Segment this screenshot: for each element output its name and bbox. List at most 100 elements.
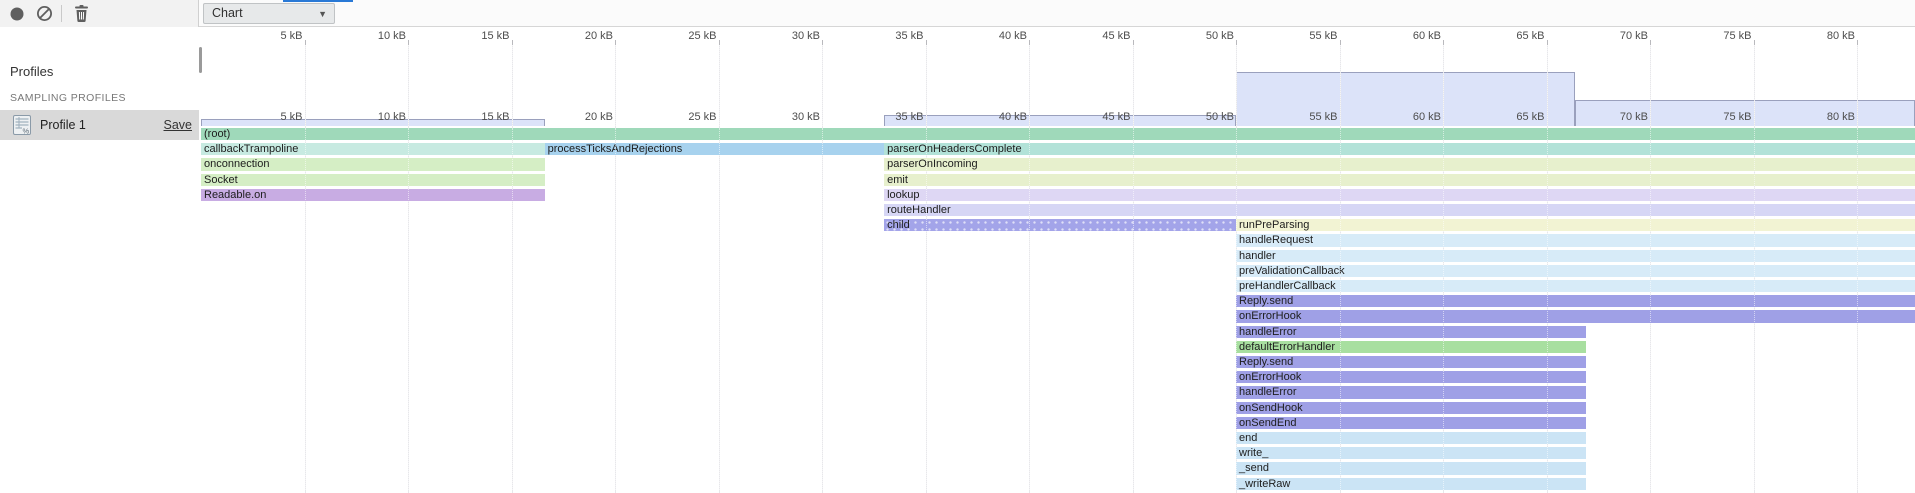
ruler-tick-label: 40 kB <box>999 111 1029 123</box>
flame-bar[interactable]: onErrorHook <box>1236 371 1586 383</box>
flame-bar[interactable]: handleError <box>1236 386 1586 398</box>
gridline-dotted <box>719 128 720 490</box>
gridline-dotted <box>1547 45 1548 126</box>
gridline-dotted <box>1754 128 1755 490</box>
ruler-tick-label: 40 kB <box>999 30 1029 42</box>
flame-bar[interactable]: Reply.send <box>1236 356 1586 368</box>
trash-icon <box>74 5 89 22</box>
flame-bar[interactable]: preHandlerCallback <box>1236 280 1915 292</box>
gridline-dotted <box>822 45 823 126</box>
gridline-dotted <box>1650 128 1651 490</box>
ruler-tick-label: 55 kB <box>1309 30 1339 42</box>
gridline-dotted <box>1340 128 1341 490</box>
flame-bar[interactable]: Readable.on <box>201 189 545 201</box>
toolbar-separator <box>61 5 62 22</box>
flame-bar[interactable]: onSendEnd <box>1236 417 1586 429</box>
flame-bar[interactable]: _send <box>1236 462 1586 474</box>
ruler-tick-label: 35 kB <box>895 30 925 42</box>
profile-item-profile-1[interactable]: % Profile 1 Save <box>0 110 199 140</box>
flame-bar[interactable]: _writeRaw <box>1236 478 1586 490</box>
gridline-dotted <box>1340 45 1341 126</box>
gridline-dotted <box>1029 128 1030 490</box>
record-icon <box>9 6 25 22</box>
ruler-tick-label: 15 kB <box>481 111 511 123</box>
ruler-tick-label: 5 kB <box>280 30 304 42</box>
ruler-tick-label: 60 kB <box>1413 111 1443 123</box>
ruler-tick-label: 5 kB <box>280 111 304 123</box>
overview-step[interactable] <box>884 115 1236 126</box>
flame-bar[interactable]: callbackTrampoline <box>201 143 545 155</box>
flame-bar[interactable]: parserOnHeadersComplete <box>884 143 1915 155</box>
flame-bar[interactable]: onSendHook <box>1236 402 1586 414</box>
flame-bar[interactable]: child <box>884 219 1236 231</box>
profiles-sidebar: Profiles SAMPLING PROFILES % Profile 1 S… <box>0 28 199 493</box>
flame-bar[interactable]: Reply.send <box>1236 295 1915 307</box>
chevron-down-icon: ▼ <box>318 5 327 24</box>
flame-bar[interactable]: processTicksAndRejections <box>545 143 884 155</box>
ruler-tick-label: 25 kB <box>688 111 718 123</box>
active-tab-indicator <box>283 0 353 2</box>
flame-chart: (root) callbackTrampolineprocessTicksAndR… <box>199 126 1915 493</box>
gridline-dotted <box>615 45 616 126</box>
record-button[interactable] <box>6 3 28 24</box>
gridline-dotted <box>1754 45 1755 126</box>
gridline-dotted <box>615 128 616 490</box>
gridline-dotted <box>512 128 513 490</box>
ruler-tick-label: 70 kB <box>1620 111 1650 123</box>
flame-bar[interactable]: preValidationCallback <box>1236 265 1915 277</box>
flame-bar[interactable]: runPreParsing <box>1236 219 1915 231</box>
chart-view-select[interactable]: Chart ▼ <box>203 3 335 24</box>
flame-bar[interactable]: routeHandler <box>884 204 1915 216</box>
ruler-tick-label: 30 kB <box>792 111 822 123</box>
gridline-dotted <box>926 45 927 126</box>
flame-bar[interactable]: Socket <box>201 174 545 186</box>
ruler-tick-label: 75 kB <box>1723 111 1753 123</box>
allocation-overview[interactable] <box>199 45 1915 126</box>
gridline-dotted <box>408 45 409 126</box>
gridline-dotted <box>1857 128 1858 490</box>
gridline-dotted <box>1547 128 1548 490</box>
ruler-tick-label: 45 kB <box>1102 111 1132 123</box>
profiles-toolbar <box>0 0 199 27</box>
sampling-profiles-section-label: SAMPLING PROFILES <box>10 92 126 104</box>
flame-bar[interactable]: handler <box>1236 250 1915 262</box>
ruler-tick-label: 15 kB <box>481 30 511 42</box>
gridline-dotted <box>1236 128 1237 490</box>
flame-bar[interactable]: end <box>1236 432 1586 444</box>
ruler-tick-label: 30 kB <box>792 30 822 42</box>
flame-bar[interactable]: onconnection <box>201 158 545 170</box>
flame-bar[interactable]: (root) <box>201 128 1915 140</box>
clear-all-profiles-button[interactable] <box>33 3 55 24</box>
save-profile-link[interactable]: Save <box>164 118 193 132</box>
ruler-tick-label: 25 kB <box>688 30 718 42</box>
gridline-dotted <box>719 45 720 126</box>
gridline-dotted <box>1857 45 1858 126</box>
heap-profile-icon: % <box>13 115 31 135</box>
profile-name: Profile 1 <box>40 118 86 132</box>
gridline-dotted <box>305 128 306 490</box>
ruler-tick-label: 70 kB <box>1620 30 1650 42</box>
gridline-dotted <box>1443 128 1444 490</box>
flame-bar[interactable]: emit <box>884 174 1915 186</box>
flame-bar[interactable]: onErrorHook <box>1236 310 1915 322</box>
gridline-dotted <box>1029 45 1030 126</box>
chart-pane: 5 kB10 kB15 kB20 kB25 kB30 kB35 kB40 kB4… <box>199 27 1915 493</box>
ruler-tick-label: 60 kB <box>1413 30 1443 42</box>
flame-bar[interactable]: write_ <box>1236 447 1586 459</box>
gridline-dotted <box>1236 45 1237 126</box>
vertical-scrollbar-thumb[interactable] <box>199 47 202 73</box>
gridline-dotted <box>1650 45 1651 126</box>
flame-bar[interactable]: lookup <box>884 189 1915 201</box>
flame-bar[interactable]: handleRequest <box>1236 234 1915 246</box>
clear-icon <box>36 5 53 22</box>
gridline-dotted <box>1133 128 1134 490</box>
ruler-tick-label: 65 kB <box>1516 111 1546 123</box>
flame-bar[interactable]: parserOnIncoming <box>884 158 1915 170</box>
toolbar: Chart ▼ <box>0 0 1915 27</box>
gridline-dotted <box>926 128 927 490</box>
flame-bar[interactable]: handleError <box>1236 326 1586 338</box>
delete-profile-button[interactable] <box>70 3 92 24</box>
ruler-tick-label: 10 kB <box>378 30 408 42</box>
flame-bar[interactable]: defaultErrorHandler <box>1236 341 1586 353</box>
gridline-dotted <box>408 128 409 490</box>
